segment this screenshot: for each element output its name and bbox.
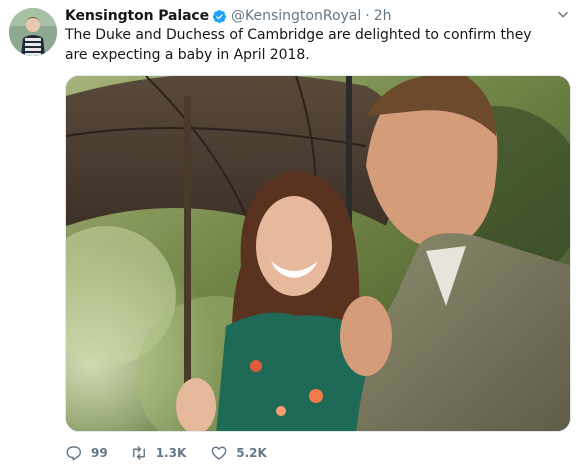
avatar[interactable] (9, 8, 57, 56)
reply-button[interactable]: 99 (65, 440, 108, 466)
reply-count: 99 (91, 446, 108, 460)
tweet-text: The Duke and Duchess of Cambridge are de… (65, 27, 532, 63)
retweet-icon (130, 444, 148, 462)
verified-badge-icon (212, 9, 227, 24)
tweet-actions: 99 1.3K 5.2K (65, 440, 289, 466)
chevron-down-icon[interactable] (556, 8, 570, 22)
timestamp[interactable]: 2h (374, 8, 392, 24)
separator-dot: · (365, 8, 370, 24)
account-name[interactable]: Kensington Palace (65, 8, 209, 24)
tweet-header: Kensington Palace @KensingtonRoyal · 2h (65, 6, 392, 26)
tweet-card[interactable]: Kensington Palace @KensingtonRoyal · 2h … (0, 0, 580, 470)
heart-icon (210, 444, 228, 462)
reply-icon (65, 444, 83, 462)
account-handle[interactable]: @KensingtonRoyal (231, 8, 361, 24)
retweet-button[interactable]: 1.3K (130, 440, 187, 466)
like-count: 5.2K (236, 446, 267, 460)
retweet-count: 1.3K (155, 446, 187, 460)
like-button[interactable]: 5.2K (210, 440, 267, 466)
tweet-photo[interactable] (65, 75, 571, 432)
